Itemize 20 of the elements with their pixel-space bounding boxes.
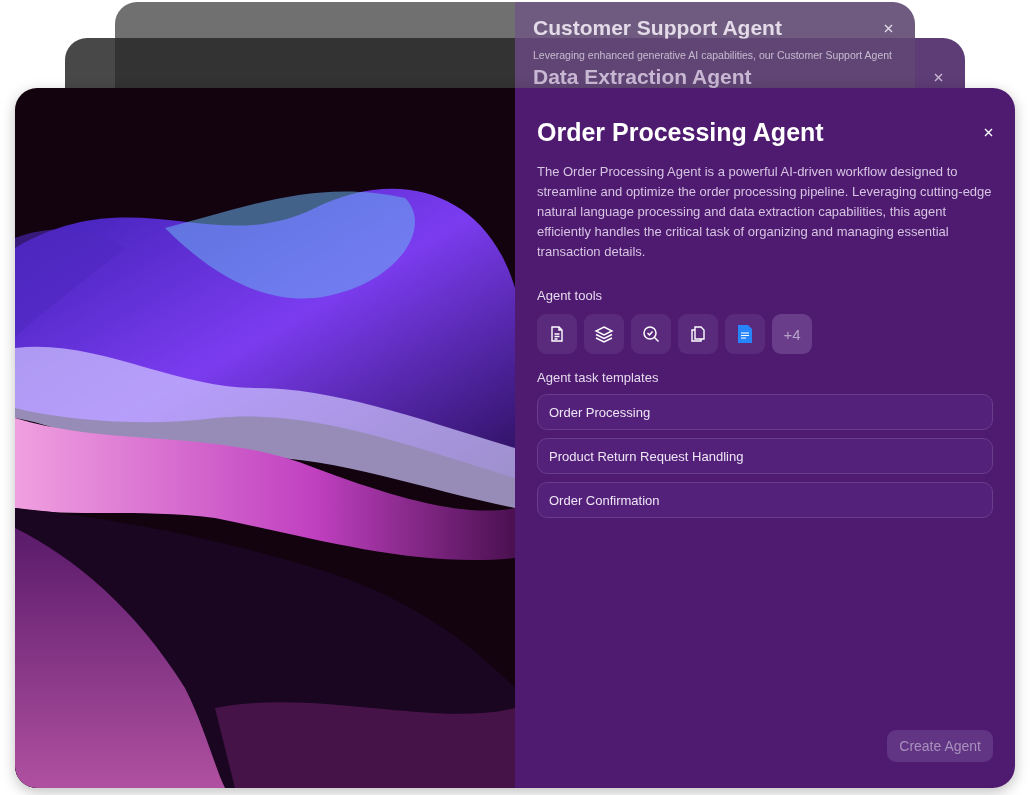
tool-button[interactable] [537,314,577,354]
document-icon [548,325,566,343]
template-item[interactable]: Product Return Request Handling [537,438,993,474]
layers-icon [594,325,614,343]
card-description: Leveraging enhanced generative AI capabilities, our Customer Support Agent [533,49,893,61]
copy-icon [689,325,707,343]
card-title: Data Extraction Agent [533,65,752,89]
template-item[interactable]: Order Processing [537,394,993,430]
card-title: Customer Support Agent [533,16,782,40]
dialog-title: Order Processing Agent [537,118,824,147]
document-icon [738,325,752,343]
tool-button[interactable] [678,314,718,354]
tool-button[interactable] [631,314,671,354]
tool-button[interactable] [725,314,765,354]
section-label: Agent tools [537,288,604,303]
search-check-icon [642,325,660,343]
agent-description: The Order Processing Agent is a powerful AI-driven workflow designed to streamline and optimize the order processing pipeline. Leveraging cutting-edge natural language processing and data extraction capabilities, this agent efficiently handles the critical task of organizing and managing essential transaction details. [537,163,993,261]
tool-button[interactable] [584,314,624,354]
template-item[interactable]: Order Confirmation [537,482,993,518]
section-label: Agent task templates [537,370,660,385]
